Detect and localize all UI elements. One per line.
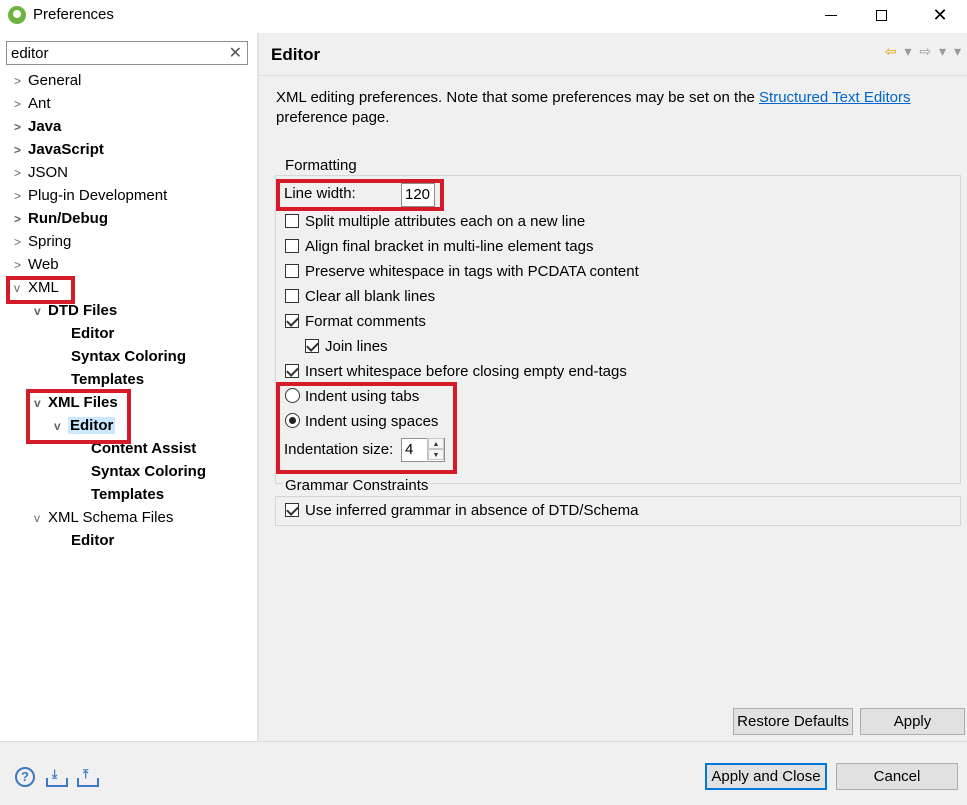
tree-item-dtd-syntax-coloring[interactable]: Syntax Coloring [57, 346, 186, 368]
export-icon[interactable]: ⤒ [77, 767, 99, 787]
page-title: Editor [271, 45, 321, 64]
tree-item-label: Syntax Coloring [91, 463, 207, 480]
checkbox-checked[interactable] [285, 364, 299, 378]
apply-and-close-button[interactable]: Apply and Close [705, 763, 827, 790]
preference-tree-pane: ✕ >General >Ant >Java >JavaScript >JSON … [0, 33, 257, 741]
tree-item-label: Run/Debug [28, 210, 108, 227]
insert-whitespace-checkbox[interactable]: Insert whitespace before closing empty e… [285, 361, 627, 383]
tree-item-javascript[interactable]: > JavaScript [14, 139, 104, 161]
spring-app-icon [8, 6, 26, 24]
tree-item-label: Editor [71, 325, 115, 342]
tree-item-label: Spring [28, 233, 72, 250]
checkbox-unchecked[interactable] [285, 289, 299, 303]
back-arrow-icon[interactable]: ⇦ [885, 43, 897, 59]
checkbox-unchecked[interactable] [285, 214, 299, 228]
formatting-group-label: Formatting [283, 157, 359, 174]
minimize-button[interactable] [808, 0, 854, 30]
tree-item-dtd-templates[interactable]: Templates [57, 369, 144, 391]
align-final-bracket-checkbox[interactable]: Align final bracket in multi-line elemen… [285, 236, 593, 258]
chevron-down-icon[interactable]: v [34, 507, 48, 529]
checkbox-checked[interactable] [285, 314, 299, 328]
join-lines-checkbox[interactable]: Join lines [305, 336, 388, 358]
checkbox-unchecked[interactable] [285, 239, 299, 253]
window-title: Preferences [33, 6, 114, 23]
chevron-right-icon[interactable]: > [14, 139, 28, 161]
tree-item-spring[interactable]: > Spring [14, 231, 71, 253]
tree-item-schema-editor[interactable]: Editor [57, 530, 114, 552]
tree-item-label: Plug-in Development [28, 187, 168, 204]
chevron-right-icon[interactable]: > [14, 185, 28, 207]
chevron-right-icon[interactable]: > [14, 93, 28, 115]
grammar-constraints-label: Grammar Constraints [283, 477, 431, 494]
preserve-whitespace-checkbox[interactable]: Preserve whitespace in tags with PCDATA … [285, 261, 639, 283]
tree-item-label: DTD Files [48, 302, 118, 319]
chevron-right-icon[interactable]: > [14, 162, 28, 184]
preference-page: Editor ⇦ ▾ ⇨ ▾ ▾ XML editing preferences… [259, 33, 967, 741]
title-bar: Preferences ✕ [0, 0, 967, 30]
tree-item-xml-templates[interactable]: Templates [77, 484, 164, 506]
apply-button[interactable]: Apply [860, 708, 965, 735]
filter-input[interactable] [11, 43, 221, 63]
minimize-icon [825, 14, 837, 16]
forward-history-dropdown-icon[interactable]: ▾ [939, 43, 946, 59]
tree-item-plugin-development[interactable]: > Plug-in Development [14, 185, 167, 207]
tree-item-label: Syntax Coloring [71, 348, 187, 365]
tree-item-label: Templates [91, 486, 165, 503]
tree-item-xml-schema-files[interactable]: v XML Schema Files [34, 507, 173, 529]
highlight-box-line-width [276, 179, 444, 211]
restore-defaults-button[interactable]: Restore Defaults [733, 708, 853, 735]
back-history-dropdown-icon[interactable]: ▾ [905, 43, 912, 59]
chevron-right-icon[interactable]: > [14, 208, 28, 230]
structured-text-editors-link[interactable]: Structured Text Editors [759, 89, 910, 106]
tree-item-label: Ant [28, 95, 51, 112]
split-attributes-checkbox[interactable]: Split multiple attributes each on a new … [285, 211, 585, 233]
tree-item-label: JavaScript [28, 141, 104, 158]
chevron-right-icon[interactable]: > [14, 116, 28, 138]
tree-item-java[interactable]: > Java [14, 116, 61, 138]
tree-item-dtd-editor[interactable]: Editor [57, 323, 114, 345]
checkbox-checked[interactable] [285, 503, 299, 517]
inferred-grammar-checkbox[interactable]: Use inferred grammar in absence of DTD/S… [285, 500, 638, 522]
close-button[interactable]: ✕ [917, 0, 963, 30]
tree-item-json[interactable]: > JSON [14, 162, 68, 184]
tree-item-label: Java [28, 118, 62, 135]
chevron-right-icon[interactable]: > [14, 254, 28, 276]
tree-item-label: Web [28, 256, 59, 273]
maximize-icon [875, 9, 887, 21]
tree-item-label: JSON [28, 164, 69, 181]
clear-blank-lines-checkbox[interactable]: Clear all blank lines [285, 286, 435, 308]
tree-item-label: Templates [71, 371, 145, 388]
import-icon[interactable]: ⤓ [46, 767, 68, 787]
page-nav: ⇦ ▾ ⇨ ▾ ▾ [881, 43, 961, 60]
tree-item-ant[interactable]: > Ant [14, 93, 51, 115]
view-menu-icon[interactable]: ▾ [954, 43, 961, 59]
tree-item-label: XML Schema Files [48, 509, 174, 526]
tree-item-run-debug[interactable]: > Run/Debug [14, 208, 108, 230]
cancel-button[interactable]: Cancel [836, 763, 958, 790]
tree-item-web[interactable]: > Web [14, 254, 59, 276]
highlight-box-xml-files [26, 389, 131, 444]
page-description: XML editing preferences. Note that some … [276, 89, 911, 126]
format-comments-checkbox[interactable]: Format comments [285, 311, 426, 333]
maximize-button[interactable] [858, 0, 904, 30]
clear-filter-icon[interactable]: ✕ [229, 43, 242, 63]
dialog-button-bar: ? ⤓ ⤒ Apply and Close Cancel [0, 741, 967, 805]
tree-item-label: General [28, 72, 82, 89]
filter-field: ✕ [6, 41, 248, 65]
tree-item-general[interactable]: > General [14, 70, 81, 92]
forward-arrow-icon[interactable]: ⇨ [919, 43, 931, 59]
checkbox-checked[interactable] [305, 339, 319, 353]
highlight-box-indentation [276, 382, 457, 474]
tree-item-xml-syntax-coloring[interactable]: Syntax Coloring [77, 461, 206, 483]
tree-item-label: Editor [71, 532, 115, 549]
chevron-right-icon[interactable]: > [14, 231, 28, 253]
close-icon: ✕ [932, 4, 948, 25]
page-header: Editor ⇦ ▾ ⇨ ▾ ▾ [259, 33, 967, 75]
header-divider [259, 75, 967, 76]
help-icon[interactable]: ? [15, 767, 35, 787]
checkbox-unchecked[interactable] [285, 264, 299, 278]
chevron-right-icon[interactable]: > [14, 70, 28, 92]
highlight-box-xml [6, 276, 75, 304]
